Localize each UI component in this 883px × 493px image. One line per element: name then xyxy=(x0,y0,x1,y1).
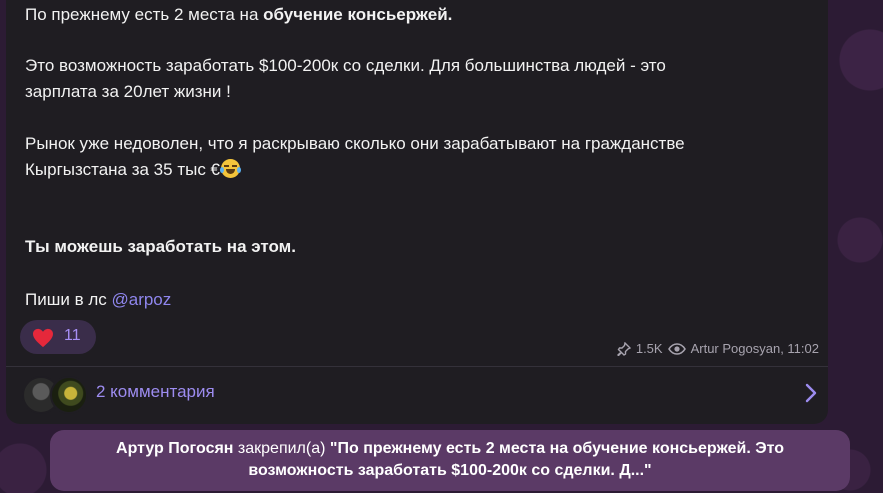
message-line: По прежнему есть 2 места на обучение кон… xyxy=(25,2,452,28)
laughing-emoji-icon xyxy=(220,159,242,178)
pin-action: закрепил(а) xyxy=(233,440,330,457)
text-span: Пиши в лс xyxy=(25,290,112,309)
eye-icon xyxy=(667,342,686,355)
bold-text-span: обучение консьержей. xyxy=(263,5,453,24)
message-bubble[interactable]: По прежнему есть 2 места на обучение кон… xyxy=(6,0,828,424)
author-time: Artur Pogosyan, 11:02 xyxy=(690,341,819,356)
message-line: Рынок уже недоволен, что я раскрываю ско… xyxy=(25,134,685,153)
chevron-right-icon xyxy=(805,383,817,403)
mention-link[interactable]: @arpoz xyxy=(111,290,171,309)
pin-notice-line: возможность заработать $100-200к со сдел… xyxy=(50,460,850,482)
pin-actor: Артур Погосян xyxy=(116,440,234,457)
avatar xyxy=(50,376,88,414)
pinned-message-notice[interactable]: Артур Погосян закрепил(а) "По прежнему е… xyxy=(50,430,850,491)
message-meta: 1.5K Artur Pogosyan, 11:02 xyxy=(616,341,819,356)
heart-icon xyxy=(33,328,53,348)
message-line: Это возможность заработать $100-200к со … xyxy=(25,56,666,75)
text-span: Кыргызстана за 35 тыс € xyxy=(25,160,221,179)
pin-notice-line: Артур Погосян закрепил(а) "По прежнему е… xyxy=(50,438,850,460)
pin-icon xyxy=(616,341,631,356)
comments-label: 2 комментария xyxy=(96,382,215,401)
heart-reaction-button[interactable]: 11 xyxy=(20,320,96,354)
pin-quote: возможность заработать $100-200к со сдел… xyxy=(248,462,652,479)
text-span: По прежнему есть 2 места на xyxy=(25,5,264,24)
views-count: 1.5K xyxy=(635,341,663,356)
comments-row[interactable]: 2 комментария xyxy=(6,367,828,424)
pin-quote: "По прежнему есть 2 места на обучение ко… xyxy=(329,440,784,457)
message-line: Кыргызстана за 35 тыс € xyxy=(25,157,242,183)
message-line: Пиши в лс @arpoz xyxy=(25,287,171,313)
message-line: зарплата за 20лет жизни ! xyxy=(25,82,231,101)
reaction-count: 11 xyxy=(64,327,81,344)
message-line: Ты можешь заработать на этом. xyxy=(25,237,296,256)
